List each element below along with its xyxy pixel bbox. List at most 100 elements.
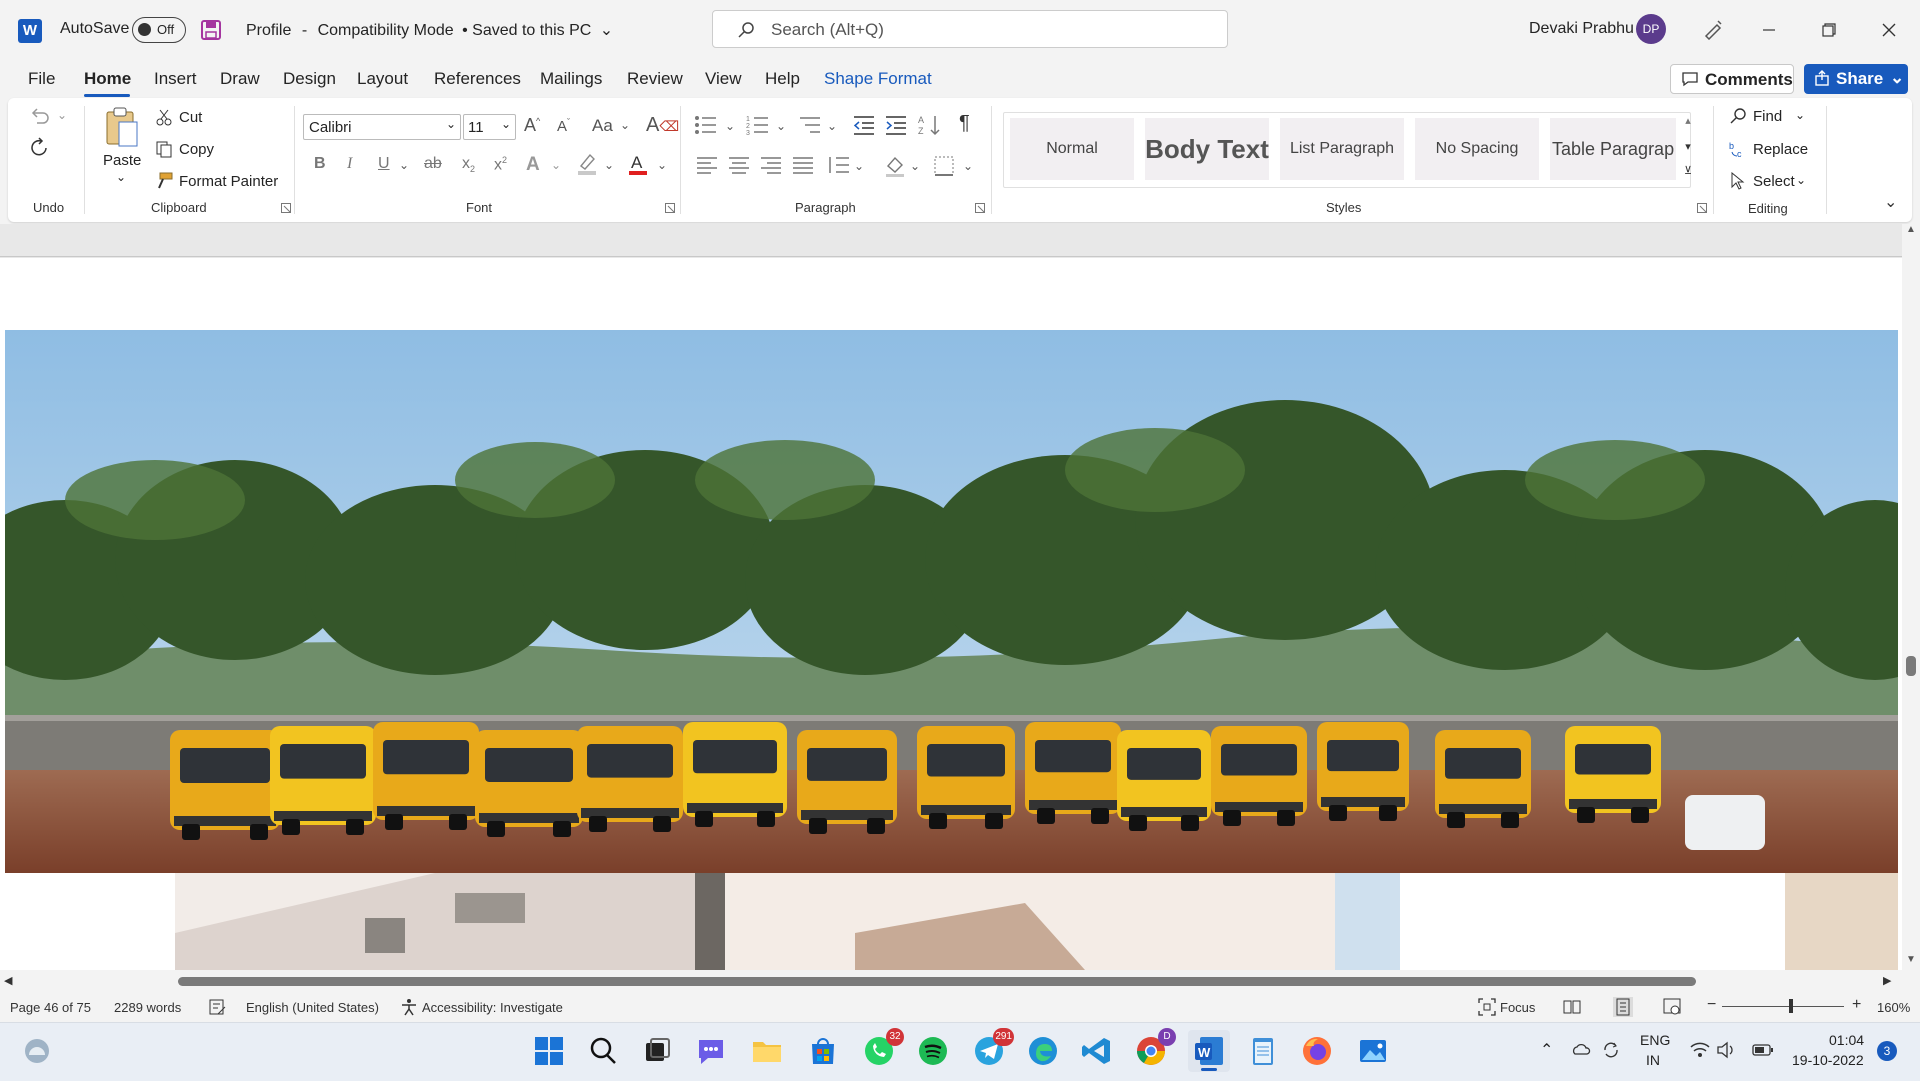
align-center-icon[interactable] — [728, 156, 750, 174]
clear-formatting-icon[interactable]: A⌫ — [646, 114, 679, 137]
tab-view[interactable]: View — [705, 69, 742, 89]
accessibility-status[interactable]: Accessibility: Investigate — [422, 1000, 563, 1015]
italic-icon[interactable]: I — [347, 155, 352, 173]
paste-icon[interactable] — [103, 106, 141, 150]
zoom-out-icon[interactable]: − — [1707, 996, 1716, 1014]
search-box[interactable]: Search (Alt+Q) — [712, 10, 1228, 48]
spotify-icon[interactable] — [916, 1034, 950, 1068]
dialog-launcher-icon[interactable] — [281, 203, 291, 213]
search-icon[interactable] — [586, 1034, 620, 1068]
collapse-ribbon-icon[interactable]: ⌄ — [1884, 192, 1897, 212]
vertical-scrollbar[interactable]: ▲ ▼ — [1902, 224, 1920, 970]
line-spacing-icon[interactable] — [826, 155, 850, 175]
zoom-in-icon[interactable]: + — [1852, 996, 1861, 1014]
style-normal[interactable]: Normal — [1010, 118, 1134, 180]
firefox-icon[interactable] — [1300, 1034, 1334, 1068]
chevron-down-icon[interactable]: ⌄ — [657, 158, 667, 172]
font-size-select[interactable]: 11 ⌄ — [463, 114, 516, 140]
bullets-icon[interactable] — [694, 114, 718, 136]
select-button[interactable]: Select — [1753, 173, 1795, 190]
minimize-icon[interactable] — [1757, 18, 1781, 42]
clock-date[interactable]: 19-10-2022 — [1792, 1052, 1864, 1068]
horizontal-scroll-thumb[interactable] — [178, 977, 1696, 986]
align-right-icon[interactable] — [760, 156, 782, 174]
chevron-down-icon[interactable]: ⌄ — [1890, 68, 1904, 88]
campus-building-photos[interactable] — [5, 873, 1898, 970]
shrink-font-icon[interactable]: Aˇ — [557, 117, 570, 135]
chevron-down-icon[interactable]: ⌄ — [604, 158, 614, 172]
tab-design[interactable]: Design — [283, 69, 336, 89]
bus-fleet-photo[interactable] — [5, 330, 1898, 873]
web-layout-icon[interactable] — [1663, 998, 1681, 1016]
chevron-down-icon[interactable]: ⌄ — [910, 159, 920, 173]
start-icon[interactable] — [532, 1034, 566, 1068]
weather-widget-icon[interactable] — [20, 1034, 54, 1068]
chrome-icon[interactable]: D — [1134, 1028, 1176, 1068]
chevron-down-icon[interactable]: ⌄ — [1795, 108, 1805, 122]
edge-icon[interactable] — [1026, 1034, 1060, 1068]
chevron-down-icon[interactable]: ⌄ — [57, 108, 67, 122]
redo-icon[interactable] — [28, 136, 52, 160]
scroll-left-icon[interactable]: ◀ — [4, 974, 12, 987]
language-status[interactable]: English (United States) — [246, 1000, 379, 1015]
style-body-text[interactable]: Body Text — [1145, 118, 1269, 180]
superscript-icon[interactable]: x2 — [494, 155, 507, 174]
scroll-down-icon[interactable]: ▼ — [1906, 954, 1916, 965]
chevron-up-icon[interactable]: ▴ — [1681, 114, 1695, 136]
scroll-right-icon[interactable]: ▶ — [1883, 974, 1891, 987]
read-mode-icon[interactable] — [1563, 999, 1581, 1015]
zoom-slider-track[interactable] — [1722, 1006, 1844, 1007]
tab-references[interactable]: References — [434, 69, 521, 89]
replace-button[interactable]: Replace — [1753, 141, 1808, 158]
tab-insert[interactable]: Insert — [154, 69, 197, 89]
notification-count[interactable]: 3 — [1877, 1041, 1897, 1061]
tab-draw[interactable]: Draw — [220, 69, 260, 89]
chevron-down-icon[interactable]: ⌄ — [1796, 173, 1806, 187]
avatar[interactable]: DP — [1636, 14, 1666, 44]
find-button[interactable]: Find — [1753, 108, 1782, 125]
tab-mailings[interactable]: Mailings — [540, 69, 602, 89]
chevron-down-icon[interactable]: ⌄ — [827, 119, 837, 133]
clock-time[interactable]: 01:04 — [1829, 1032, 1864, 1048]
style-no-spacing[interactable]: No Spacing — [1415, 118, 1539, 180]
tab-layout[interactable]: Layout — [357, 69, 408, 89]
chevron-down-icon[interactable]: ⌄ — [963, 159, 973, 173]
zoom-level[interactable]: 160% — [1877, 1000, 1910, 1015]
tab-home[interactable]: Home — [84, 69, 131, 89]
tab-help[interactable]: Help — [765, 69, 800, 89]
tab-file[interactable]: File — [28, 69, 55, 89]
style-list-paragraph[interactable]: List Paragraph — [1280, 118, 1404, 180]
pilcrow-icon[interactable]: ¶ — [959, 112, 970, 135]
chevron-down-icon[interactable]: ⌄ — [551, 158, 561, 172]
scroll-up-icon[interactable]: ▲ — [1906, 224, 1916, 235]
strikethrough-icon[interactable]: ab — [424, 155, 442, 173]
multilevel-list-icon[interactable] — [798, 114, 822, 136]
align-left-icon[interactable] — [696, 156, 718, 174]
designer-pen-icon[interactable] — [1702, 18, 1724, 40]
language-indicator-bottom[interactable]: IN — [1646, 1052, 1660, 1068]
horizontal-scrollbar[interactable]: ◀ ▶ — [0, 970, 1920, 992]
chevron-down-icon[interactable]: ⌄ — [725, 119, 735, 133]
shading-icon[interactable] — [884, 154, 906, 178]
format-painter-button[interactable]: Format Painter — [179, 173, 278, 190]
restore-icon[interactable] — [1816, 18, 1840, 42]
chevron-down-icon[interactable]: ⌄ — [776, 119, 786, 133]
share-button[interactable]: Share ⌄ — [1804, 64, 1908, 94]
copy-button[interactable]: Copy — [179, 141, 214, 158]
sort-icon[interactable]: AZ — [918, 113, 942, 137]
whatsapp-icon[interactable]: 32 — [862, 1028, 904, 1068]
save-icon[interactable] — [200, 19, 222, 41]
zoom-slider-thumb[interactable] — [1789, 999, 1793, 1013]
file-explorer-icon[interactable] — [750, 1034, 784, 1068]
telegram-icon[interactable]: 291 — [972, 1028, 1014, 1068]
chevron-down-icon[interactable]: ▾ — [1681, 140, 1695, 162]
microsoft-store-icon[interactable] — [806, 1034, 840, 1068]
wifi-icon[interactable] — [1690, 1042, 1710, 1058]
dialog-launcher-icon[interactable] — [665, 203, 675, 213]
style-table-paragraph[interactable]: Table Paragrap — [1550, 118, 1676, 180]
numbering-icon[interactable]: 123 — [746, 114, 770, 136]
battery-icon[interactable] — [1752, 1044, 1774, 1056]
more-styles-icon[interactable]: ⊻ — [1681, 164, 1695, 186]
chevron-down-icon[interactable]: ⌄ — [854, 159, 864, 173]
chevron-down-icon[interactable]: ⌄ — [116, 170, 126, 184]
